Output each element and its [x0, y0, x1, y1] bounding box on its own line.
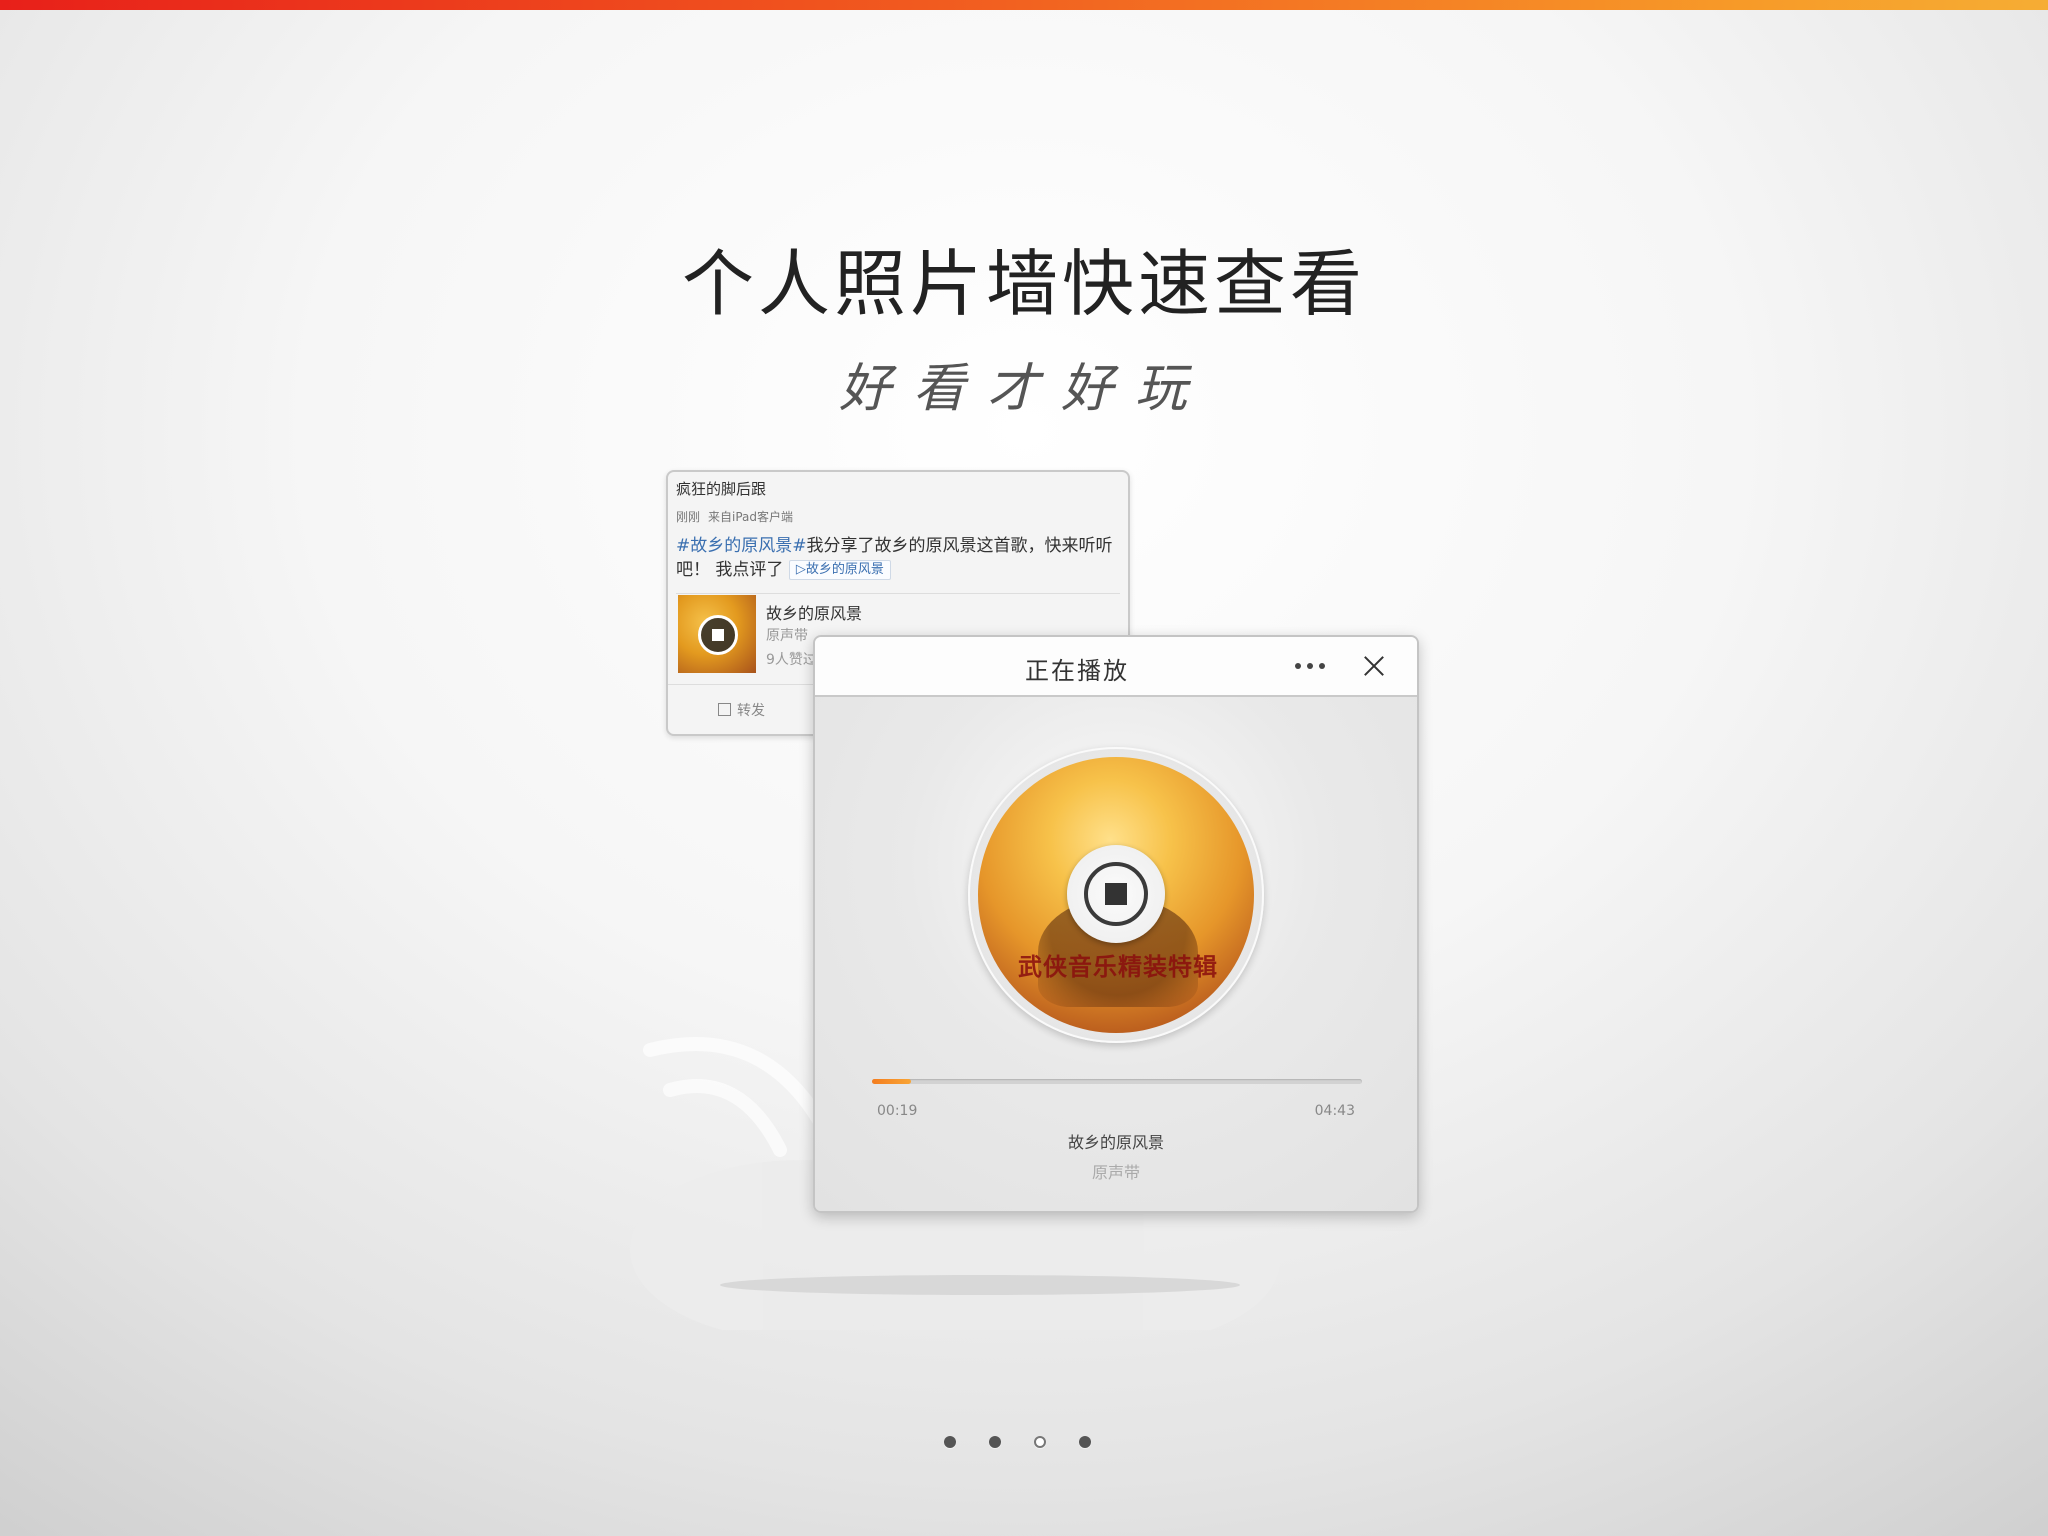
page-subtitle: 好看才好玩	[838, 359, 1209, 419]
now-playing-panel: 正在播放 武侠音乐精装特辑 00:19 04:43 故乡的原风景 原声带	[813, 635, 1419, 1213]
player-title: 正在播放	[1025, 657, 1129, 685]
forward-button[interactable]: 转发	[718, 700, 765, 720]
stop-button[interactable]	[1067, 845, 1165, 943]
card-likes: 9人赞过	[766, 652, 817, 668]
page-dot[interactable]	[989, 1436, 1001, 1448]
progress-bar[interactable]	[872, 1079, 1362, 1084]
stop-icon	[1105, 883, 1127, 905]
page-title: 个人照片墙快速查看	[681, 242, 1366, 326]
card-song-title: 故乡的原风景	[766, 604, 863, 623]
post-text: #故乡的原风景#我分享了故乡的原风景这首歌，快来听听吧！ 我点评了 ▷故乡的原风…	[676, 534, 1122, 582]
album-thumbnail[interactable]	[678, 595, 756, 673]
page-dot[interactable]	[1034, 1436, 1046, 1448]
current-time: 00:19	[877, 1103, 918, 1119]
post-meta: 刚刚 来自iPad客户端	[676, 508, 801, 525]
topic-link[interactable]: #故乡的原风景#	[676, 536, 807, 556]
divider	[676, 593, 1120, 594]
post-source: 来自iPad客户端	[708, 510, 794, 524]
top-accent-bar	[0, 0, 2048, 10]
song-title: 故乡的原风景	[1067, 1133, 1164, 1152]
forward-label: 转发	[737, 703, 765, 719]
player-body: 武侠音乐精装特辑 00:19 04:43 故乡的原风景 原声带	[815, 697, 1417, 1211]
page-dot[interactable]	[1079, 1436, 1091, 1448]
progress-fill	[872, 1079, 912, 1084]
more-icon[interactable]	[1291, 653, 1331, 679]
player-header: 正在播放	[815, 637, 1417, 697]
song-tag-label: 故乡的原风景	[805, 562, 884, 577]
song-tag-link[interactable]: ▷故乡的原风景	[788, 560, 891, 580]
forward-icon	[718, 703, 731, 716]
page-dot[interactable]	[944, 1436, 956, 1448]
close-icon[interactable]	[1359, 651, 1389, 681]
total-time: 04:43	[1314, 1103, 1355, 1119]
disc-artwork-text: 武侠音乐精装特辑	[1018, 952, 1218, 981]
card-album: 原声带	[766, 628, 808, 644]
post-time: 刚刚	[676, 510, 701, 524]
post-username[interactable]: 疯狂的脚后跟	[676, 478, 766, 499]
song-album: 原声带	[1091, 1163, 1140, 1182]
stop-icon[interactable]	[698, 615, 738, 655]
